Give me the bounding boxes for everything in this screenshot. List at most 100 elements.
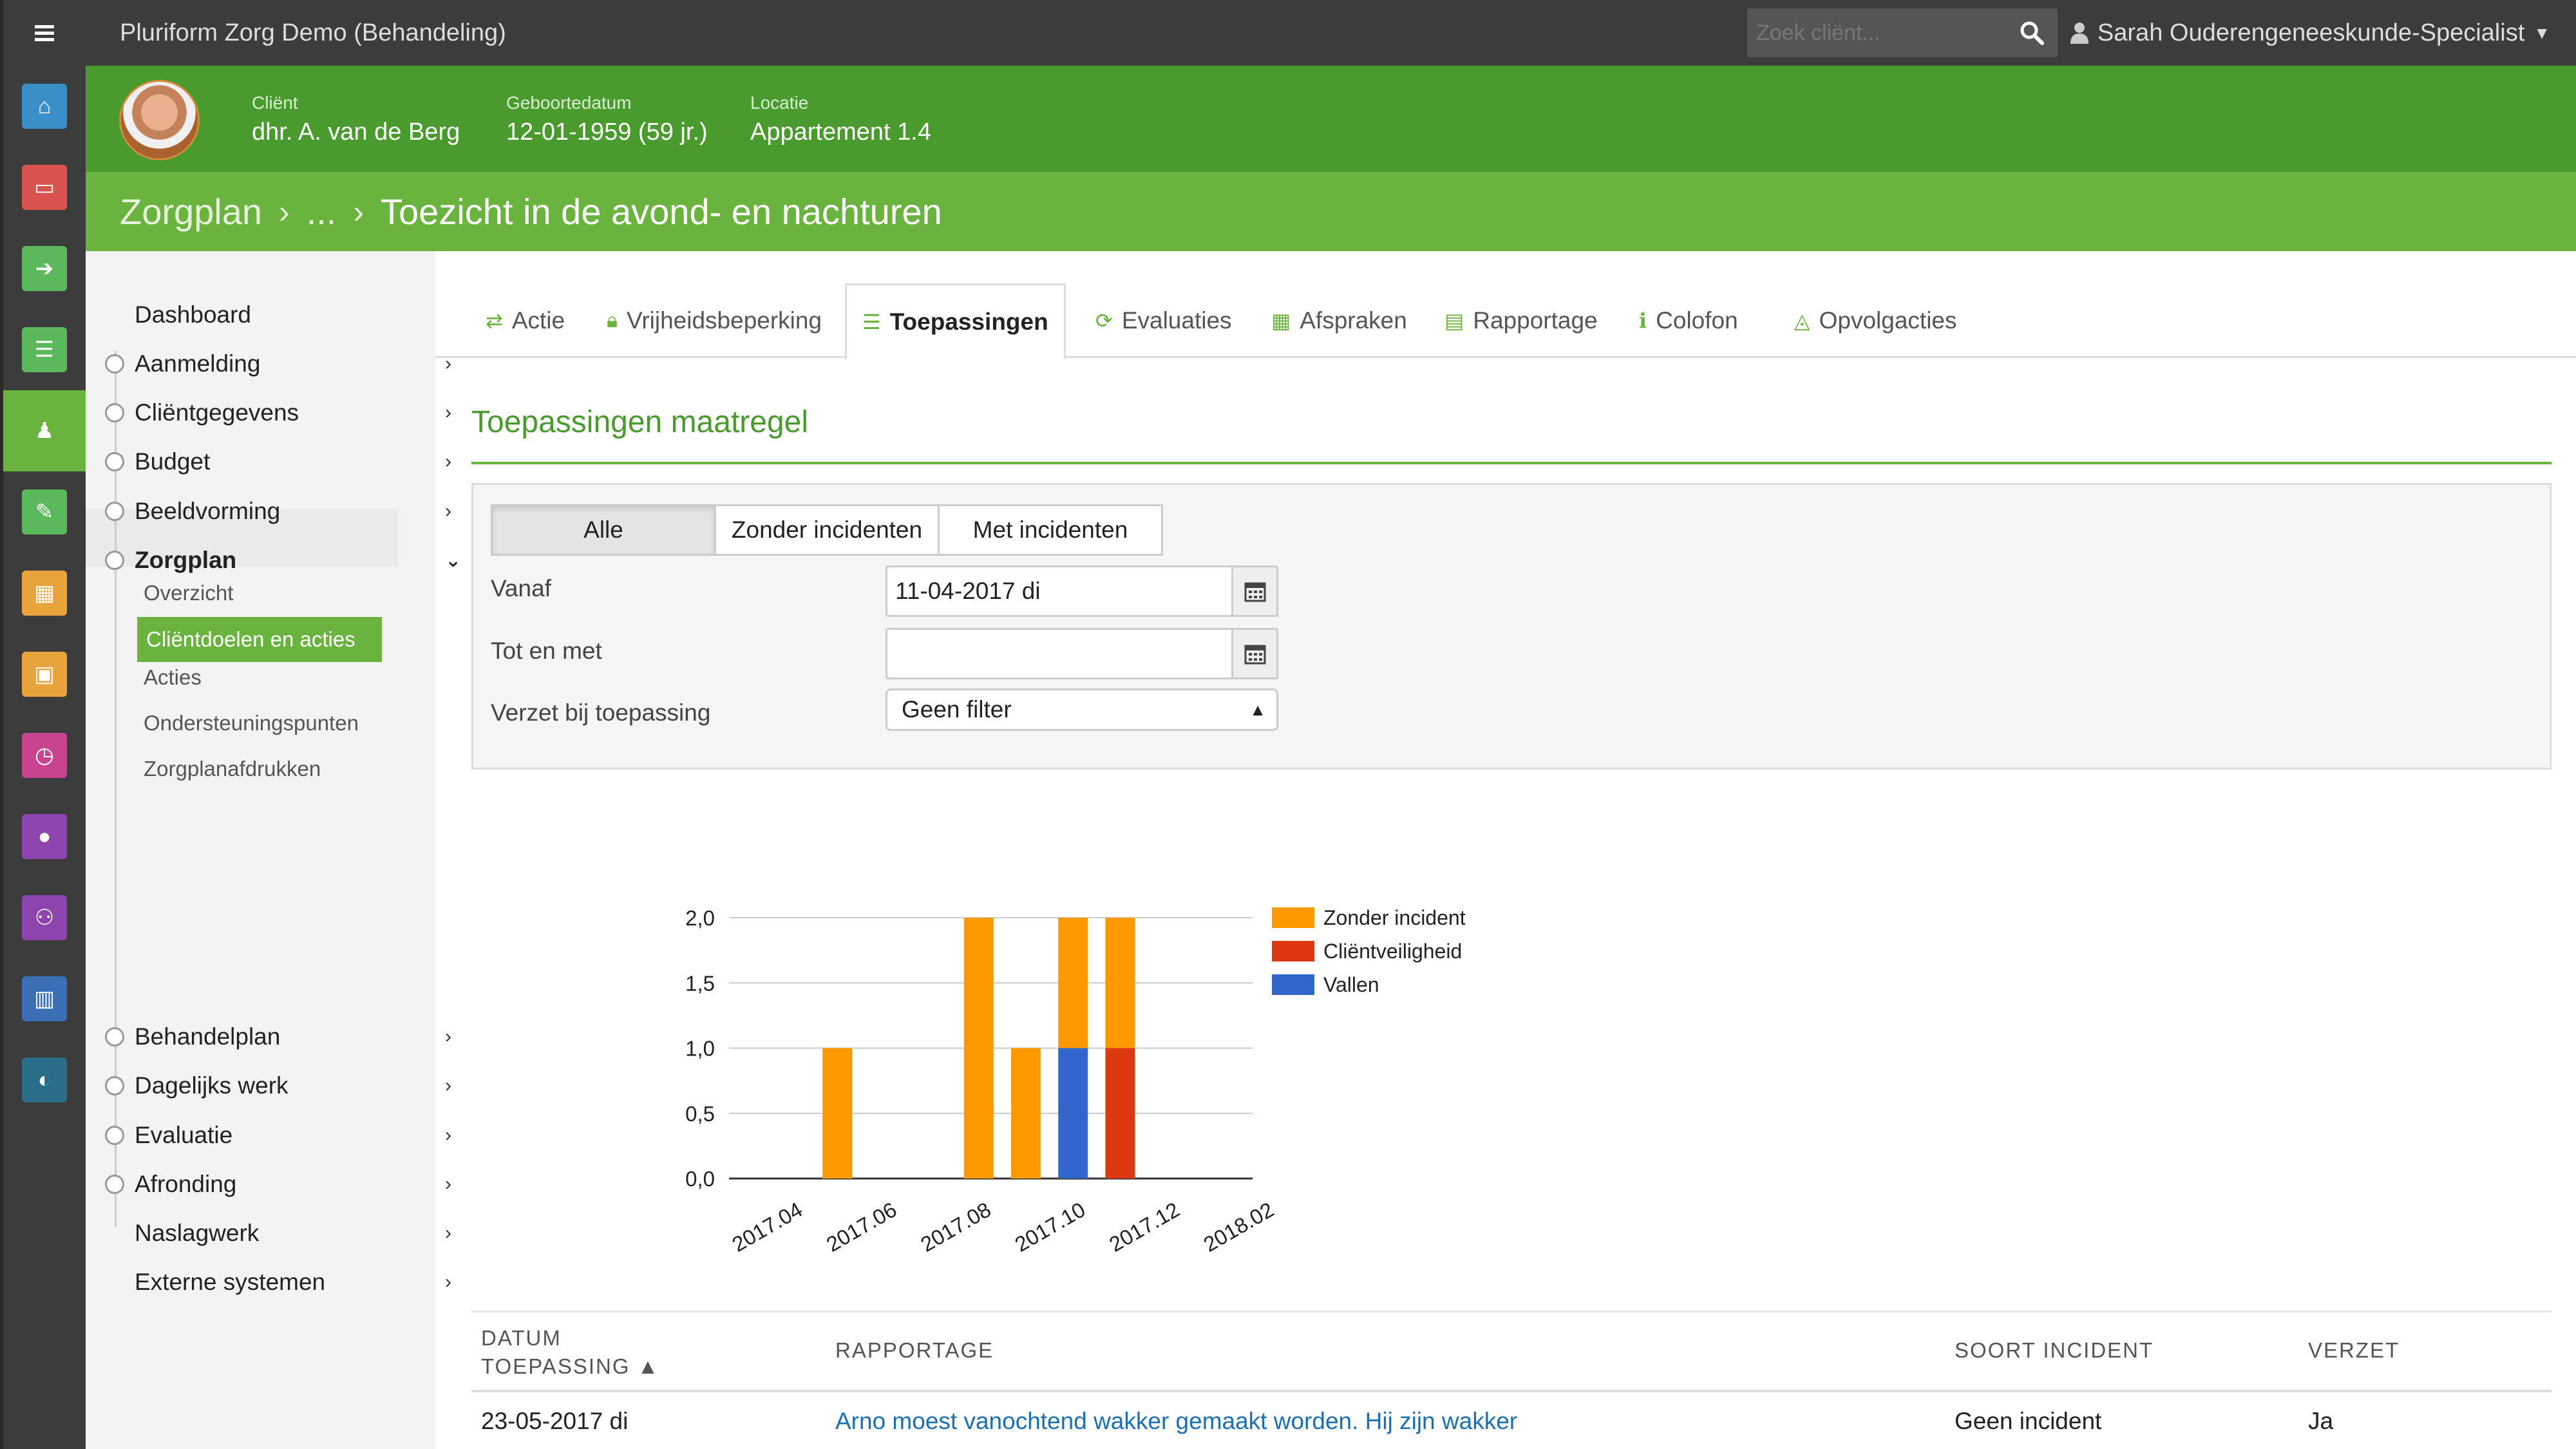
nav-subitem-zorgplanafdrukken[interactable]: Zorgplanafdrukken [144,757,321,781]
chevron-right-icon: › [445,1173,451,1195]
to-date-input[interactable] [886,628,1278,679]
dob-block: Geboortedatum 12-01-1959 (59 jr.) [506,93,708,146]
header-verzet[interactable]: VERZET [2308,1338,2400,1363]
nav-subitem-acties[interactable]: Acties [144,665,202,690]
client-search-input[interactable] [1747,8,2018,57]
tab-label: Actie [511,307,565,334]
client-search[interactable] [1747,8,2058,57]
nav-item-label: Externe systemen [135,1269,326,1295]
x-tick-label: 2017.08 [916,1197,995,1256]
nav-subitem-cli-ntdoelen-en-acties[interactable]: Cliëntdoelen en acties [137,617,382,662]
row-verzet: Ja [2308,1408,2334,1434]
top-bar: Pluriform Zorg Demo (Behandeling) Sarah … [86,0,2576,66]
tab-label: Colofon [1656,307,1738,334]
tab-label: Afspraken [1300,307,1407,334]
document-icon: ▤ [1444,309,1464,332]
from-date-input[interactable]: 11-04-2017 di [886,565,1278,617]
users-icon: ⚇ [22,895,67,940]
nav-item-afronding[interactable]: Afronding › [105,1171,451,1198]
breadcrumb-root[interactable]: Zorgplan [120,191,262,232]
nav-item-dagelijks-werk[interactable]: Dagelijks werk › [105,1072,451,1099]
header-soort-incident[interactable]: SOORT INCIDENT [1955,1338,2154,1363]
calendar-alt-icon: ▣ [22,652,67,697]
rail-item-sign-in[interactable]: ➔ [3,228,86,309]
segment-zonder-incidenten[interactable]: Zonder incidenten [714,504,940,556]
legend-label: Vallen [1323,973,1379,996]
tab-label: Evaluaties [1121,307,1232,334]
nav-item-aanmelding[interactable]: Aanmelding › [105,350,451,377]
rail-item-pencil[interactable]: ✎ [3,471,86,553]
legend-swatch [1272,907,1314,928]
calendar-icon[interactable] [1231,630,1276,677]
bar-cli-ntveiligheid [1105,1048,1135,1179]
x-tick-label: 2017.06 [822,1197,901,1256]
nav-item-label: Aanmelding [135,350,261,377]
nav-item-cli-ntgegevens[interactable]: Cliëntgegevens › [105,399,451,426]
calendar-icon[interactable] [1231,567,1276,615]
rail-item-user[interactable]: ● [3,796,86,877]
rail-item-users[interactable]: ⚇ [3,877,86,958]
menu-toggle[interactable] [3,0,86,66]
tab-evaluaties[interactable]: ⟳ Evaluaties [1095,283,1232,358]
segment-met-incidenten[interactable]: Met incidenten [938,504,1163,556]
tab-rapportage[interactable]: ▤ Rapportage [1444,283,1598,358]
list-icon: ☰ [862,310,881,334]
row-rapportage-link[interactable]: Arno moest vanochtend wakker gemaakt wor… [835,1408,1517,1435]
toepassingen-table: DATUM TOEPASSING ▲ RAPPORTAGE SOORT INCI… [471,1311,2552,1449]
rail-item-calendar[interactable]: ▦ [3,553,86,634]
header-datum[interactable]: DATUM TOEPASSING ▲ [481,1324,674,1381]
nav-item-label: Budget [135,448,211,475]
tree-node-icon [105,551,124,570]
row-soort-incident: Geen incident [1955,1408,2102,1434]
app-title: Pluriform Zorg Demo (Behandeling) [120,19,506,46]
rail-item-bar-chart[interactable]: ▥ [3,958,86,1039]
tab-actie[interactable]: ⇄ Actie [486,283,565,358]
tree-node-icon [105,403,124,422]
header-divider [471,1390,2552,1392]
rail-item-dashboard[interactable]: ◐ [3,1039,86,1121]
nav-item-budget[interactable]: Budget › [105,448,451,475]
y-tick-label: 2,0 [685,906,715,930]
rail-item-clock[interactable]: ◷ [3,715,86,796]
tree-node-icon [105,1175,124,1194]
nav-item-evaluatie[interactable]: Evaluatie › [105,1122,451,1149]
header-rapportage[interactable]: RAPPORTAGE [835,1338,994,1363]
rail-item-list[interactable]: ☰ [3,309,86,390]
rail-item-person[interactable]: ♟ [3,390,86,471]
nav-item-dashboard[interactable]: Dashboard [135,301,251,328]
tab-colofon[interactable]: ℹ Colofon [1639,283,1738,358]
nav-item-label: Naslagwerk [135,1220,260,1246]
nav-item-naslagwerk[interactable]: Naslagwerk › [135,1220,451,1247]
legend-label: Zonder incident [1323,906,1466,929]
icon-rail: ⌂ ▭ ➔ ☰ ♟ ✎ ▦ ▣ ◷ ● ⚇ ▥ ◐ [0,0,86,1449]
tab-afspraken[interactable]: ▦ Afspraken [1271,283,1407,358]
nav-item-beeldvorming[interactable]: Beeldvorming › [105,498,451,525]
search-icon[interactable] [2019,20,2045,46]
rail-item-calendar-alt[interactable]: ▣ [3,634,86,715]
nav-item-externe-systemen[interactable]: Externe systemen › [135,1269,451,1296]
to-label: Tot en met [491,638,602,664]
nav-item-zorgplan[interactable]: Zorgplan ⌄ [105,547,461,574]
rail-item-home[interactable]: ⌂ [3,66,86,147]
caret-down-icon: ▼ [2533,23,2550,43]
dashboard-icon: ◐ [22,1057,67,1103]
y-tick-label: 0,0 [685,1167,715,1191]
verzet-select[interactable]: Geen filter ▲ [886,688,1278,731]
nav-item-label: Evaluatie [135,1122,233,1148]
nav-subitem-overzicht[interactable]: Overzicht [144,581,233,605]
x-tick-label: 2018.02 [1199,1197,1278,1256]
breadcrumb-ellipsis[interactable]: ... [307,191,337,232]
tree-node-icon [105,502,124,521]
calendar-icon: ▦ [22,571,67,616]
tab-toepassingen[interactable]: ☰ Toepassingen [845,283,1066,360]
location-value: Appartement 1.4 [750,118,931,146]
breadcrumb: Zorgplan › ... › Toezicht in de avond- e… [86,172,2576,251]
user-menu[interactable]: Sarah Ouderengeneeskunde-Specialist ▼ [2070,0,2550,66]
tab-vrijheidsbeperking[interactable]: 🔒︎ Vrijheidsbeperking [607,283,822,358]
nav-item-behandelplan[interactable]: Behandelplan › [105,1023,451,1050]
rail-item-inbox[interactable]: ▭ [3,147,86,228]
segment-alle[interactable]: Alle [491,504,716,556]
y-tick-label: 1,0 [685,1037,715,1061]
tab-opvolgacties[interactable]: ◬ Opvolgacties [1794,283,1957,358]
nav-subitem-ondersteuningspunten[interactable]: Ondersteuningspunten [144,711,359,735]
